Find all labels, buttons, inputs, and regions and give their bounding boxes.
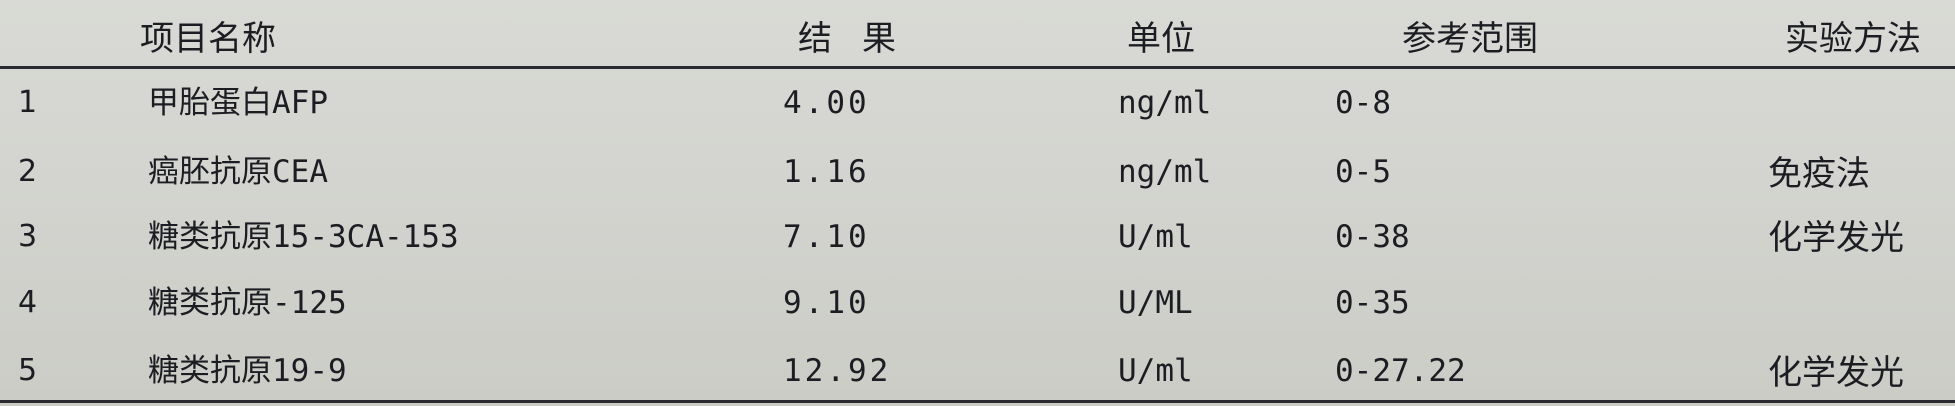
header-divider (0, 66, 1955, 69)
header-reference-range: 参考范围 (1402, 19, 1538, 59)
test-name: 糖类抗原19-9 (148, 353, 347, 389)
test-reference-range: 0-38 (1335, 219, 1410, 255)
row-number: 3 (18, 219, 38, 254)
test-reference-range: 0-27.22 (1335, 353, 1466, 389)
test-method: 化学发光 (1768, 353, 1904, 393)
test-reference-range: 0-8 (1335, 85, 1391, 121)
table-bottom-border (0, 400, 1955, 403)
row-number: 1 (18, 85, 38, 120)
test-name: 癌胚抗原CEA (148, 154, 328, 190)
test-name: 糖类抗原-125 (148, 285, 347, 321)
test-result: 1.16 (783, 154, 870, 190)
row-number: 2 (18, 154, 38, 189)
test-unit: U/ml (1118, 219, 1193, 255)
test-unit: U/ml (1118, 353, 1193, 389)
test-reference-range: 0-5 (1335, 154, 1391, 190)
test-unit: ng/ml (1118, 85, 1212, 121)
test-unit: U/ML (1118, 285, 1193, 321)
test-result: 9.10 (783, 285, 870, 321)
test-method: 免疫法 (1768, 154, 1870, 194)
row-number: 4 (18, 285, 38, 320)
test-method: 化学发光 (1768, 218, 1904, 258)
test-name: 甲胎蛋白AFP (148, 85, 328, 121)
test-result: 4.00 (783, 85, 870, 121)
test-result: 7.10 (783, 219, 870, 255)
header-result: 结果 (798, 19, 926, 59)
lab-results-sheet: 项目名称 结果 单位 参考范围 实验方法 1 甲胎蛋白AFP 4.00 ng/m… (0, 0, 1955, 406)
test-name: 糖类抗原15-3CA-153 (148, 219, 459, 255)
row-number: 5 (18, 353, 38, 388)
test-result: 12.92 (783, 353, 892, 389)
test-reference-range: 0-35 (1335, 285, 1410, 321)
header-item-name: 项目名称 (140, 19, 276, 59)
header-unit: 单位 (1127, 19, 1195, 59)
test-unit: ng/ml (1118, 154, 1212, 190)
header-method: 实验方法 (1785, 19, 1921, 59)
